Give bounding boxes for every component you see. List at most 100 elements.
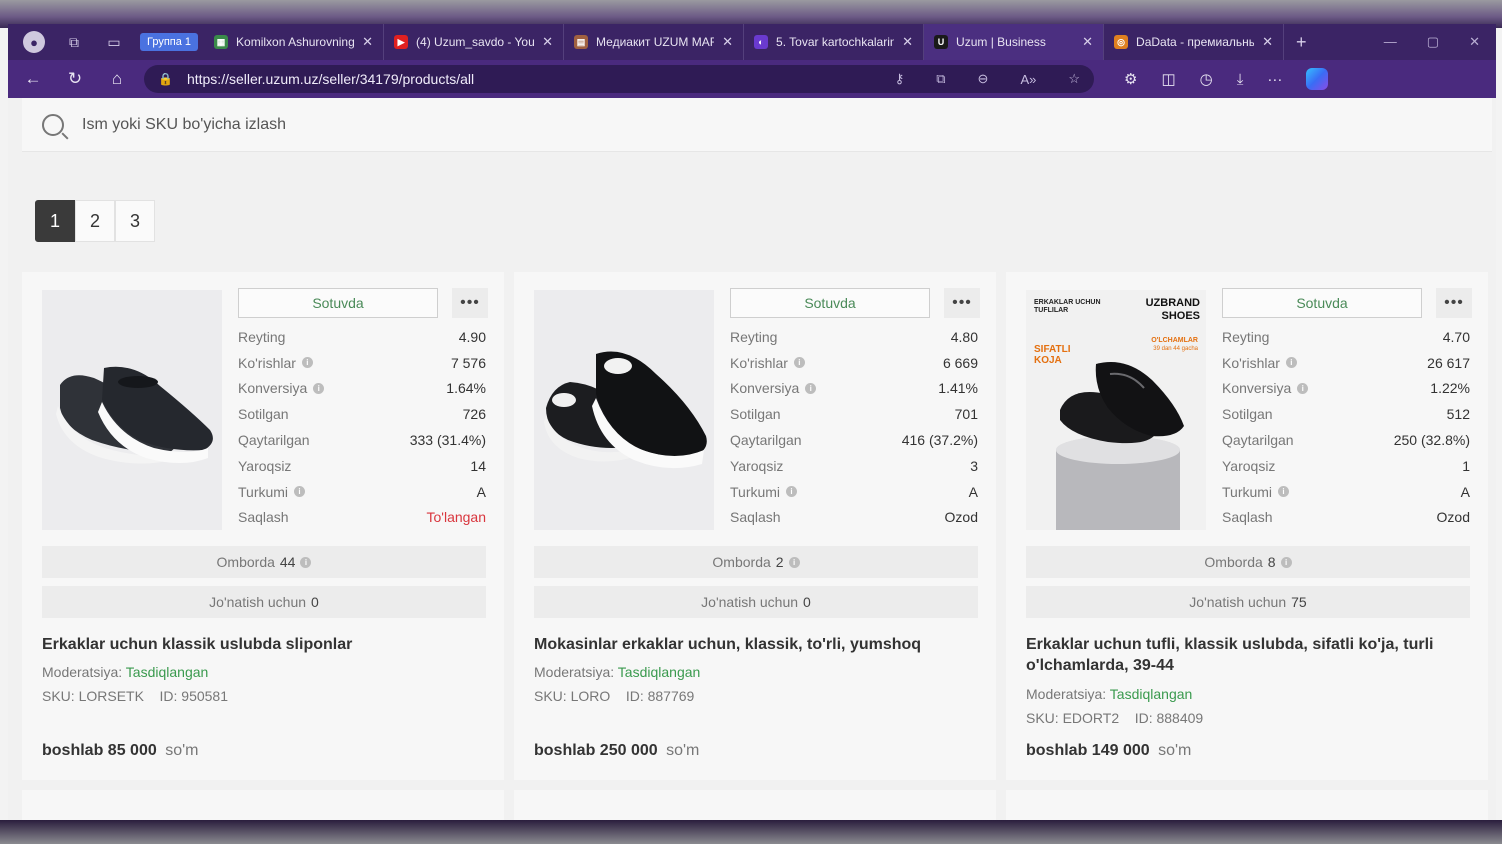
price-prefix: boshlab bbox=[1026, 742, 1088, 759]
stat-label-text: Sotilgan bbox=[238, 406, 289, 423]
image-caption-left-2: TUFLILAR bbox=[1034, 307, 1068, 314]
stock-value: 44 bbox=[279, 554, 296, 570]
product-card-partial bbox=[1006, 790, 1488, 820]
read-aloud-icon[interactable]: A» bbox=[1020, 72, 1036, 87]
profile-button[interactable]: ● bbox=[23, 31, 45, 53]
split-screen-icon[interactable]: ◫ bbox=[1161, 70, 1175, 88]
lock-icon[interactable]: 🔒 bbox=[158, 72, 173, 86]
tab-close-icon[interactable]: ✕ bbox=[902, 34, 913, 50]
maximize-icon[interactable]: ▢ bbox=[1427, 34, 1439, 50]
copilot-icon[interactable] bbox=[1306, 68, 1329, 90]
open-in-app-icon[interactable]: ⧉ bbox=[936, 71, 945, 87]
price-value: 149 000 bbox=[1091, 742, 1150, 759]
tab-close-icon[interactable]: ✕ bbox=[722, 34, 733, 50]
address-bar[interactable]: 🔒 https://seller.uzum.uz/seller/34179/pr… bbox=[144, 65, 1094, 93]
workspaces-icon[interactable]: ⧉ bbox=[63, 31, 85, 53]
back-arrow-icon[interactable]: ← bbox=[18, 64, 48, 94]
price-value: 85 000 bbox=[107, 742, 157, 759]
tab-close-icon[interactable]: ✕ bbox=[362, 34, 373, 50]
info-icon[interactable]: i bbox=[1297, 382, 1309, 394]
tab-close-icon[interactable]: ✕ bbox=[542, 34, 553, 50]
page-1-button[interactable]: 1 bbox=[35, 200, 75, 242]
stat-rating: Reyting 4.90 bbox=[238, 324, 486, 350]
image-brand-2: SHOES bbox=[1161, 310, 1200, 322]
zoom-out-icon[interactable]: ⊖ bbox=[978, 71, 989, 87]
browser-tab[interactable]: U Uzum | Business ✕ bbox=[924, 24, 1105, 60]
minimize-icon[interactable]: — bbox=[1384, 34, 1397, 50]
browser-tab[interactable]: ◐ 5. Tovar kartochkalarin ✕ bbox=[744, 24, 925, 60]
stat-label: Saqlash bbox=[1222, 509, 1273, 525]
info-icon[interactable]: i bbox=[1280, 556, 1292, 568]
product-image[interactable] bbox=[42, 290, 222, 530]
info-icon[interactable]: i bbox=[313, 382, 325, 394]
search-bar bbox=[22, 98, 1492, 152]
browser-tab[interactable]: ▤ Медиакит UZUM MAR ✕ bbox=[564, 24, 745, 60]
product-title[interactable]: Erkaklar uchun tufli, klassik uslubda, s… bbox=[1026, 634, 1456, 676]
favorite-star-icon[interactable]: ☆ bbox=[1068, 71, 1080, 87]
key-icon[interactable]: ⚷ bbox=[895, 71, 905, 87]
price-line: boshlab 149 000 so'm bbox=[1026, 742, 1191, 760]
tab-title: Komilxon Ashurovning bbox=[236, 35, 355, 49]
stat-label-text: Ko'rishlar bbox=[238, 354, 296, 371]
address-toolbar: ← ↻ ⌂ 🔒 https://seller.uzum.uz/seller/34… bbox=[8, 60, 1496, 98]
more-options-icon[interactable]: ••• bbox=[452, 288, 488, 318]
tab-close-icon[interactable]: ✕ bbox=[1082, 34, 1093, 50]
id-value: 887769 bbox=[647, 688, 695, 704]
moderation-status: Moderatsiya: Tasdiqlangan bbox=[534, 664, 700, 680]
info-icon[interactable]: i bbox=[301, 357, 313, 369]
stat-label-text: Turkumi bbox=[238, 483, 289, 500]
stat-label-text: Turkumi bbox=[1222, 483, 1273, 500]
close-window-icon[interactable]: ✕ bbox=[1469, 34, 1480, 50]
product-card[interactable]: Sotuvda ••• Reyting 4.80 Ko'rishlar i 6 6… bbox=[514, 272, 996, 780]
browser-tab[interactable]: ◎ DaData - премиальны ✕ bbox=[1104, 24, 1285, 60]
stock-label: Omborda bbox=[1204, 554, 1263, 570]
url-text[interactable]: https://seller.uzum.uz/seller/34179/prod… bbox=[187, 71, 863, 87]
info-icon[interactable]: i bbox=[1278, 486, 1290, 498]
stat-label: Konversiya i bbox=[1222, 380, 1309, 396]
page-3-button[interactable]: 3 bbox=[115, 200, 155, 242]
stat-value: 250 (32.8%) bbox=[1393, 432, 1470, 449]
browser-tab[interactable]: ▶ (4) Uzum_savdo - YouT ✕ bbox=[384, 24, 565, 60]
to-ship-info: Jo'natish uchun 75 bbox=[1026, 586, 1470, 618]
status-button[interactable]: Sotuvda bbox=[1222, 288, 1422, 318]
info-icon[interactable]: i bbox=[786, 486, 798, 498]
stat-value: 26 617 bbox=[1427, 354, 1470, 371]
stat-label: Sotilgan bbox=[1222, 406, 1273, 422]
refresh-icon[interactable]: ↻ bbox=[60, 64, 90, 94]
id-label: ID: bbox=[1134, 710, 1153, 726]
stat-value: 1.22% bbox=[1430, 380, 1470, 397]
product-title[interactable]: Mokasinlar erkaklar uchun, klassik, to'r… bbox=[534, 634, 964, 655]
to-ship-label: Jo'natish uchun bbox=[1189, 594, 1287, 610]
more-options-icon[interactable]: ••• bbox=[944, 288, 980, 318]
info-icon[interactable]: i bbox=[805, 382, 817, 394]
info-icon[interactable]: i bbox=[294, 486, 306, 498]
stat-rating: Reyting 4.80 bbox=[730, 324, 978, 350]
stat-value: A bbox=[1460, 483, 1470, 500]
product-image[interactable] bbox=[534, 290, 714, 530]
product-image[interactable]: ERKAKLAR UCHUN TUFLILAR UZBRAND SHOES SI… bbox=[1026, 290, 1206, 530]
tab-close-icon[interactable]: ✕ bbox=[1262, 34, 1273, 50]
product-card[interactable]: Sotuvda ••• Reyting 4.90 Ko'rishlar i 7 5… bbox=[22, 272, 504, 780]
status-button[interactable]: Sotuvda bbox=[730, 288, 930, 318]
more-options-icon[interactable]: ••• bbox=[1436, 288, 1472, 318]
product-card[interactable]: ERKAKLAR UCHUN TUFLILAR UZBRAND SHOES SI… bbox=[1006, 272, 1488, 780]
new-tab-plus-icon[interactable]: + bbox=[1284, 32, 1319, 53]
browser-tab[interactable]: ▦ Komilxon Ashurovning ✕ bbox=[204, 24, 385, 60]
home-icon[interactable]: ⌂ bbox=[102, 64, 132, 94]
info-icon[interactable]: i bbox=[793, 357, 805, 369]
info-icon[interactable]: i bbox=[788, 556, 800, 568]
tab-title: Uzum | Business bbox=[956, 35, 1046, 49]
vertical-tabs-icon[interactable]: ▭ bbox=[103, 31, 125, 53]
search-input[interactable] bbox=[82, 115, 682, 134]
downloads-icon[interactable]: ⤓ bbox=[1237, 71, 1244, 88]
history-icon[interactable]: ◷ bbox=[1200, 70, 1213, 88]
info-icon[interactable]: i bbox=[300, 556, 312, 568]
stat-value: A bbox=[968, 483, 978, 500]
more-menu-icon[interactable]: ··· bbox=[1267, 71, 1282, 88]
product-title[interactable]: Erkaklar uchun klassik uslubda sliponlar bbox=[42, 634, 472, 655]
status-button[interactable]: Sotuvda bbox=[238, 288, 438, 318]
info-icon[interactable]: i bbox=[1285, 357, 1297, 369]
page-2-button[interactable]: 2 bbox=[75, 200, 115, 242]
extensions-icon[interactable]: ⚙ bbox=[1124, 70, 1137, 88]
tab-group-label[interactable]: Группа 1 bbox=[140, 33, 199, 51]
